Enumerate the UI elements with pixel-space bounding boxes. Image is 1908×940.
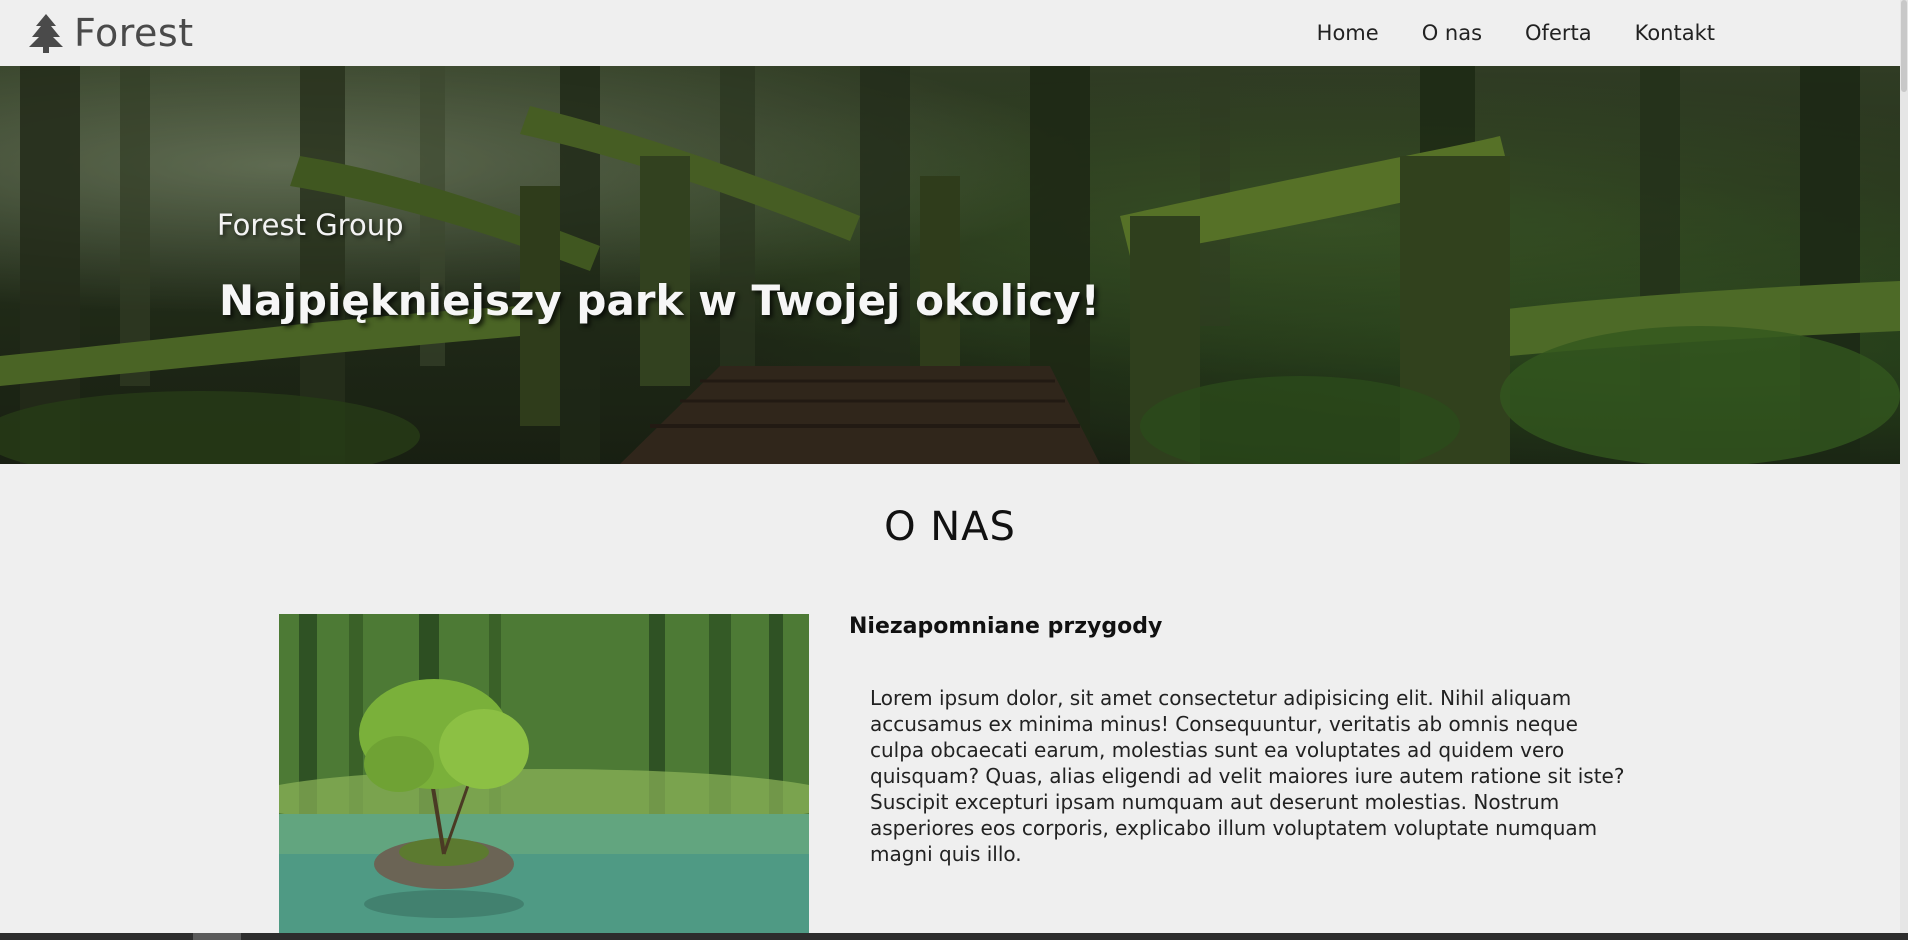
- brand-label: Forest: [74, 11, 194, 55]
- hero-title: Najpiękniejszy park w Twojej okolicy!: [219, 276, 1100, 325]
- section-title-about: O NAS: [884, 504, 1016, 550]
- about-paragraph: Lorem ipsum dolor, sit amet consectetur …: [870, 686, 1625, 866]
- nav-link-home[interactable]: Home: [1317, 21, 1379, 45]
- tree-icon: [29, 14, 63, 53]
- hero-overlay: [0, 66, 1900, 464]
- nav-link-oferta[interactable]: Oferta: [1525, 21, 1592, 45]
- about-heading: Niezapomniane przygody: [849, 614, 1163, 639]
- scrollbar-thumb[interactable]: [1901, 0, 1907, 92]
- about-lake-image: [279, 614, 809, 934]
- hero-banner: Forest Group Najpiękniejszy park w Twoje…: [0, 66, 1900, 464]
- page: Forest Home O nas Oferta Kontakt Forest …: [0, 0, 1908, 940]
- brand-link[interactable]: Forest: [28, 11, 194, 55]
- navbar: Forest Home O nas Oferta Kontakt: [0, 0, 1900, 66]
- horizontal-scrollbar-thumb[interactable]: [193, 933, 241, 940]
- nav-link-kontakt[interactable]: Kontakt: [1635, 21, 1715, 45]
- main-nav: Home O nas Oferta Kontakt: [1317, 0, 1715, 66]
- bottom-horizontal-scrollbar[interactable]: [0, 933, 1908, 940]
- vertical-scrollbar[interactable]: [1900, 0, 1908, 934]
- hero-subtitle: Forest Group: [217, 208, 404, 242]
- nav-link-o-nas[interactable]: O nas: [1422, 21, 1482, 45]
